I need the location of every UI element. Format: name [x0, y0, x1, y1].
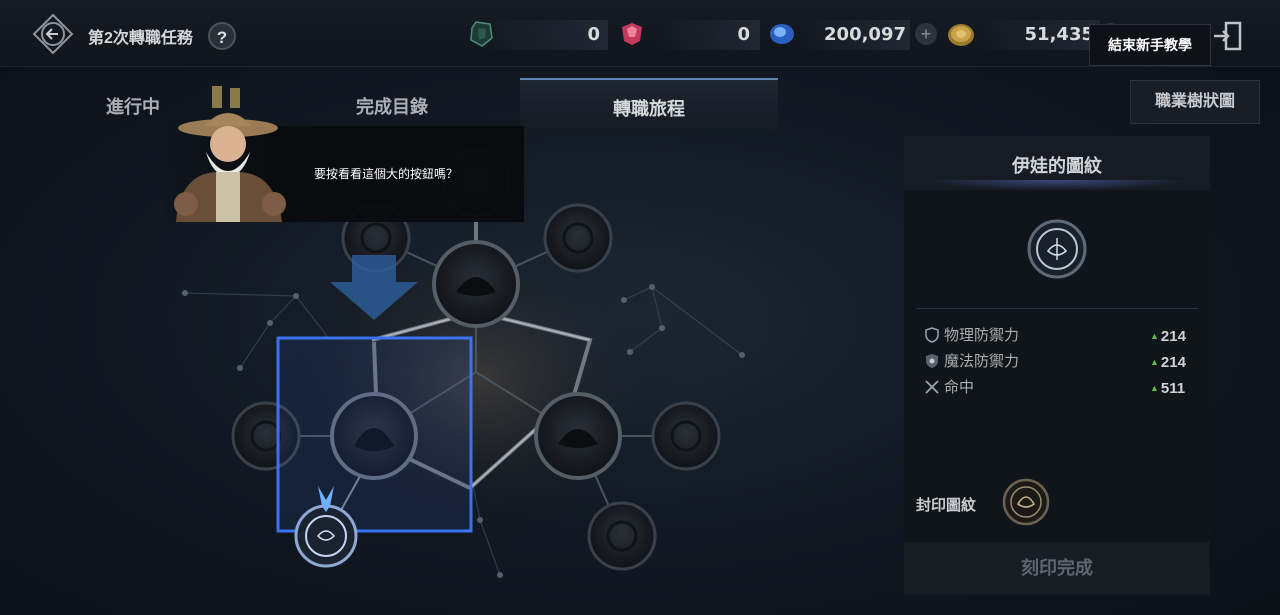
stat-accuracy: 命中 — [924, 378, 974, 398]
divider — [916, 308, 1198, 309]
pattern-detail-panel: 伊娃的圖紋 物理防禦力 ▲ 214 魔法防禦力 ▲ 214 命中 ▲ 511 封印圖紋… — [904, 136, 1210, 596]
npc-portrait — [174, 86, 286, 222]
pattern-emblem-icon — [1027, 219, 1087, 279]
stat-magic-defense: 魔法防禦力 — [924, 352, 1019, 372]
stat-label: 魔法防禦力 — [944, 353, 1020, 370]
stat-value: ▲ 511 — [1150, 380, 1186, 397]
seal-label: 封印圖紋 — [916, 497, 977, 514]
stat-value: ▲ 214 — [1150, 354, 1186, 371]
magic-shield-icon — [926, 354, 938, 368]
stat-number: 511 — [1160, 380, 1186, 397]
stat-physical-defense: 物理防禦力 — [924, 326, 1019, 346]
pattern-title: 伊娃的圖紋 — [1012, 156, 1102, 176]
seal-pattern-icon[interactable] — [1002, 478, 1050, 526]
engrave-complete-button[interactable]: 刻印完成 — [904, 542, 1210, 594]
stat-number: 214 — [1160, 354, 1186, 371]
shield-icon — [925, 327, 939, 343]
dialog-text: 要按看看這個大的按鈕嗎？ — [314, 167, 459, 181]
stat-label: 命中 — [944, 379, 975, 396]
crossed-swords-icon — [925, 380, 939, 394]
stat-label: 物理防禦力 — [944, 327, 1020, 344]
stat-number: 214 — [1160, 328, 1186, 345]
stat-value: ▲ 214 — [1150, 328, 1186, 345]
title-glow — [924, 180, 1190, 190]
